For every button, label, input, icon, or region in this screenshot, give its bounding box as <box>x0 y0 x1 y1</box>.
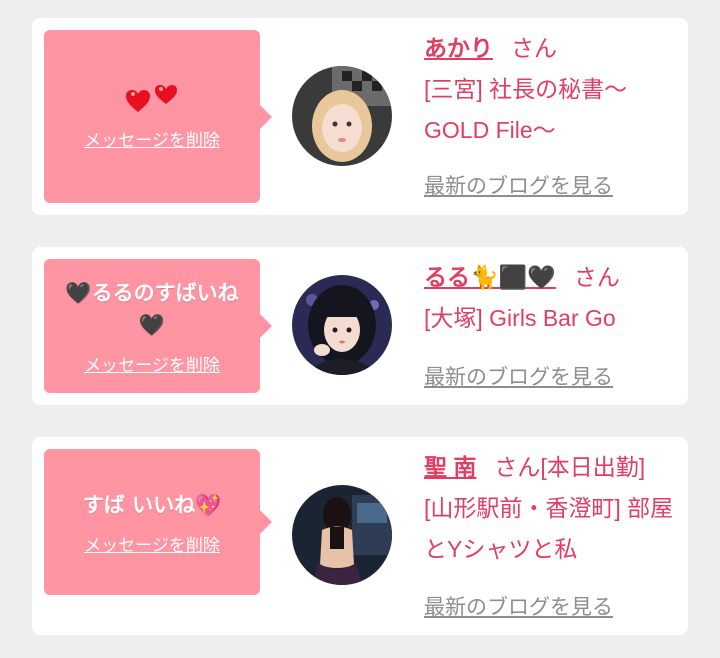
message-list: メッセージを削除 あかり さん [三宮] 社長の秘書～GOLD File～ 最新… <box>0 0 720 658</box>
honorific: さん <box>573 264 620 290</box>
avatar[interactable] <box>292 66 392 166</box>
avatar-blonde-girl-image <box>292 66 392 166</box>
latest-blog-link[interactable]: 最新のブログを見る <box>424 170 613 200</box>
sender-name-link[interactable]: あかり <box>424 35 493 61</box>
delete-message-link[interactable]: メッセージを削除 <box>84 126 220 151</box>
delete-message-link[interactable]: メッセージを削除 <box>84 531 220 556</box>
sender-name-link[interactable]: 聖 南 <box>424 454 476 480</box>
honorific: さん <box>511 35 557 61</box>
latest-blog-link[interactable]: 最新のブログを見る <box>424 361 613 391</box>
sender-info: あかり さん [三宮] 社長の秘書～GOLD File～ <box>424 28 676 151</box>
delete-message-link[interactable]: メッセージを削除 <box>84 351 220 376</box>
sender-info: るる🐈⬛🖤 さん [大塚] Girls Bar Go <box>424 257 676 339</box>
message-bubble: すば いいね💖 メッセージを削除 <box>44 449 272 595</box>
shop-name: [山形駅前・香澄町] 部屋とYシャツと私 <box>424 495 674 562</box>
name-row: あかり さん <box>424 28 676 69</box>
latest-blog-link[interactable]: 最新のブログを見る <box>424 591 613 621</box>
honorific: さん[本日出勤] <box>494 454 646 480</box>
avatar[interactable] <box>292 275 392 375</box>
sender-info: 聖 南さん[本日出勤] [山形駅前・香澄町] 部屋とYシャツと私 <box>424 447 676 570</box>
avatar[interactable] <box>292 485 392 585</box>
shop-name: [三宮] 社長の秘書～GOLD File～ <box>424 76 628 143</box>
shop-name: [大塚] Girls Bar Go <box>424 305 616 331</box>
name-row: るる🐈⬛🖤 さん <box>424 257 676 298</box>
message-text: すば いいね💖 <box>82 492 222 517</box>
sender-name-link[interactable]: るる🐈⬛🖤 <box>424 264 556 290</box>
message-card: 🖤るるのすばいね🖤 メッセージを削除 るる🐈⬛🖤 さん [大塚] Girls B… <box>32 247 688 405</box>
avatar-woman-back-image <box>292 485 392 585</box>
message-text: 🖤るるのすばいね🖤 <box>65 280 239 337</box>
message-bubble: 🖤るるのすばいね🖤 メッセージを削除 <box>44 259 272 393</box>
message-card: メッセージを削除 あかり さん [三宮] 社長の秘書～GOLD File～ 最新… <box>32 18 688 215</box>
double-red-hearts-icon <box>126 85 177 112</box>
avatar-dark-hair-girl-image <box>292 275 392 375</box>
name-row: 聖 南さん[本日出勤] <box>424 447 676 488</box>
message-card: すば いいね💖 メッセージを削除 聖 南さん[本日出勤] [山形駅前・香澄町] … <box>32 437 688 635</box>
message-bubble: メッセージを削除 <box>44 30 272 203</box>
